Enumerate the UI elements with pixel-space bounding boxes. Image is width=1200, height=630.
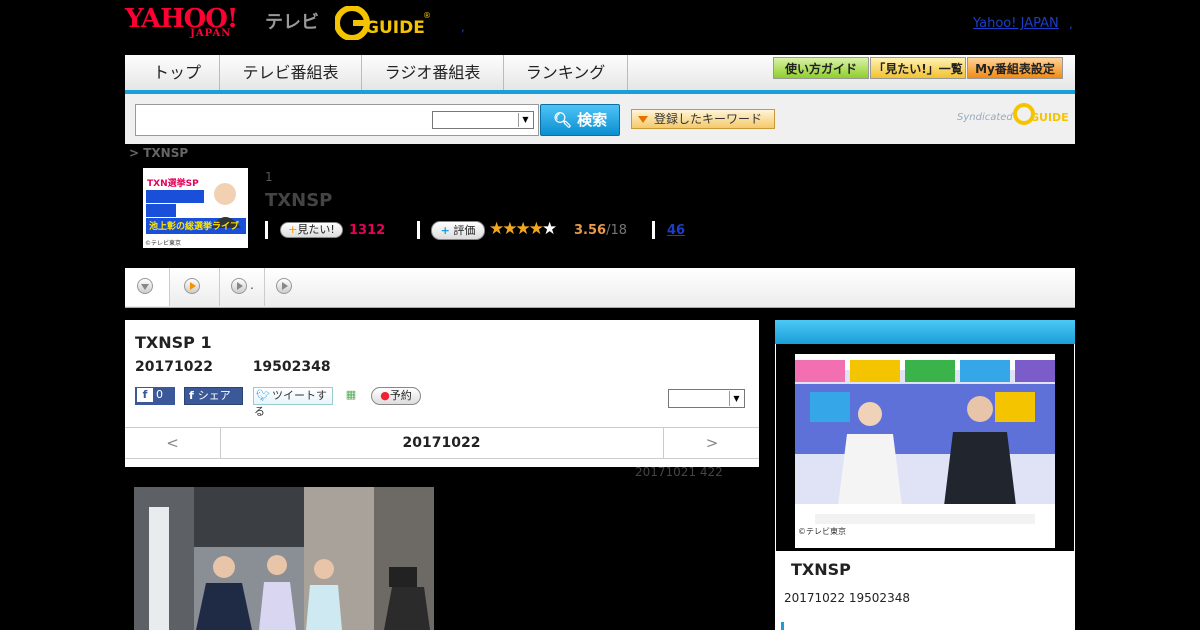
- facebook-share-label: シェア: [197, 389, 231, 402]
- divider: [265, 221, 268, 239]
- circle-down-icon: [137, 278, 153, 294]
- main-nav: トップ テレビ番組表 ラジオ番組表 ランキング 使い方ガイド 「見たい!」一覧 …: [125, 55, 1075, 94]
- tab-radio-schedule[interactable]: ラジオ番組表: [362, 55, 504, 90]
- star-icon: ★: [502, 219, 517, 239]
- program-photo: [134, 487, 434, 630]
- program-number: 1: [265, 170, 273, 184]
- rating-score-denominator: /18: [606, 223, 627, 238]
- star-icon: ★: [528, 219, 544, 239]
- yahoo-japan-link[interactable]: Yahoo! JAPAN: [973, 16, 1059, 31]
- search-button[interactable]: 🔍︎ 検索: [540, 104, 620, 136]
- side-panel-header: [775, 320, 1075, 344]
- program-thumbnail-image: TXN選挙SP 池上彰の総選挙ライブ ©テレビ東京: [143, 168, 248, 248]
- program-photo-image: [134, 487, 434, 630]
- tab-top[interactable]: トップ: [135, 55, 220, 90]
- search-icon: 🔍︎: [552, 111, 572, 129]
- chevron-down-icon: ▼: [729, 391, 743, 406]
- triangle-down-icon: [638, 116, 648, 123]
- chevron-down-icon: ▼: [518, 113, 532, 127]
- rate-button-label: 評価: [453, 224, 476, 237]
- program-title: TXNSP: [265, 190, 333, 211]
- subnav-item-3[interactable]: [220, 268, 265, 306]
- rating-stars: ★★★★★: [489, 219, 557, 239]
- current-date: 20171022: [402, 435, 481, 451]
- star-icon: ★: [515, 219, 531, 239]
- tab-tv-schedule[interactable]: テレビ番組表: [220, 55, 362, 90]
- facebook-count: 0: [156, 388, 163, 401]
- program-thumbnail: TXN選挙SP 池上彰の総選挙ライブ ©テレビ東京: [143, 168, 248, 248]
- tweet-button[interactable]: 🐦︎ ツイートする: [253, 387, 333, 418]
- star-icon: ★: [489, 219, 504, 239]
- reserve-button[interactable]: ●予約: [371, 387, 421, 405]
- facebook-like-button[interactable]: f0: [135, 387, 175, 405]
- program-detail-card: TXNSP 1 20171022 19502348 f0 f シェア 🐦︎ ツイート…: [125, 320, 759, 467]
- search-button-label: 検索: [577, 111, 608, 129]
- tab-ranking[interactable]: ランキング: [504, 55, 628, 90]
- thumb-credit: ©テレビ東京: [145, 239, 181, 247]
- side-thumbnail: ©テレビ東京: [795, 354, 1055, 548]
- update-note: 20171021 422: [635, 465, 723, 479]
- sub-nav: .: [125, 268, 1075, 308]
- thumb-caption-top: TXN選挙SP: [147, 177, 199, 189]
- plus-icon: +: [440, 224, 450, 237]
- side-meta: 20171022 19502348: [784, 591, 910, 605]
- card-select[interactable]: ▼: [668, 389, 745, 408]
- side-thumbnail-image: ©テレビ東京: [795, 354, 1055, 548]
- guide-button[interactable]: 使い方ガイド: [773, 57, 869, 79]
- svg-text:®: ®: [423, 11, 431, 20]
- facebook-share-button[interactable]: f シェア: [184, 387, 243, 405]
- search-category-select[interactable]: ▼: [432, 111, 534, 129]
- registered-keywords-button[interactable]: 登録したキーワード: [631, 109, 775, 129]
- my-schedule-button[interactable]: My番組表設定: [967, 57, 1063, 79]
- plus-icon: +: [288, 223, 298, 236]
- syndicated-gguide-logo: GUIDE: [1013, 103, 1068, 125]
- rate-button[interactable]: + 評価: [431, 221, 485, 240]
- facebook-icon: f: [137, 388, 153, 402]
- side-title: TXNSP: [791, 560, 851, 579]
- card-title: TXNSP 1: [135, 333, 212, 352]
- twitter-icon: 🐦︎: [256, 389, 270, 402]
- circle-play-icon: [276, 278, 292, 294]
- record-icon: ●: [380, 389, 390, 402]
- circle-play-icon: [231, 278, 247, 294]
- star-icon: ★: [542, 219, 557, 239]
- add-calendar-icon[interactable]: ▦: [343, 387, 359, 405]
- subnav-item-1[interactable]: [125, 268, 170, 306]
- rating-score: 3.56/18: [574, 223, 627, 238]
- want-count: 1312: [349, 223, 386, 238]
- syndicated-label: Syndicated: [957, 112, 1013, 123]
- breadcrumb[interactable]: > TXNSP: [129, 146, 188, 160]
- rating-score-value: 3.56: [574, 223, 607, 238]
- facebook-icon: f: [189, 389, 194, 402]
- tv-logo[interactable]: テレビ: [265, 8, 319, 34]
- registered-keywords-label: 登録したキーワード: [654, 112, 763, 126]
- divider: [652, 221, 655, 239]
- card-date-code: 20171022: [135, 359, 213, 375]
- subnav-item-2[interactable]: .: [170, 268, 254, 306]
- want-button-label: 見たい!: [297, 223, 335, 236]
- search-bar: ▼ 🔍︎ 検索 登録したキーワード Syndicated GUIDE: [125, 94, 1075, 144]
- card-meta: 20171022 19502348: [135, 359, 331, 375]
- want-button[interactable]: +見たい!: [280, 222, 343, 238]
- side-thumbnail-credit: ©テレビ東京: [798, 526, 846, 536]
- comments-count-link[interactable]: 46: [667, 223, 685, 238]
- circle-play-icon: [184, 278, 200, 294]
- side-info-card: TXNSP 20171022 19502348: [775, 552, 1075, 630]
- prev-date-button[interactable]: <: [125, 428, 221, 458]
- card-id-code: 19502348: [252, 359, 331, 375]
- gguide-logo[interactable]: GUIDE ®: [335, 6, 431, 40]
- svg-text:GUIDE: GUIDE: [1030, 111, 1068, 124]
- divider: [417, 221, 420, 239]
- side-accent-bar: [781, 622, 784, 630]
- reserve-label: 予約: [389, 389, 412, 402]
- next-date-button[interactable]: >: [663, 428, 760, 458]
- header-separator-right: ,: [1069, 17, 1073, 31]
- header-separator: ,: [461, 20, 465, 34]
- subnav-item-4[interactable]: [265, 268, 310, 306]
- thumb-caption-main: 池上彰の総選挙ライブ: [149, 220, 239, 232]
- svg-text:GUIDE: GUIDE: [365, 18, 425, 38]
- want-list-button[interactable]: 「見たい!」一覧: [870, 57, 966, 79]
- yahoo-japan-logo[interactable]: YAHOO! JAPAN: [125, 6, 238, 40]
- date-navigation: < 20171022 >: [125, 427, 759, 459]
